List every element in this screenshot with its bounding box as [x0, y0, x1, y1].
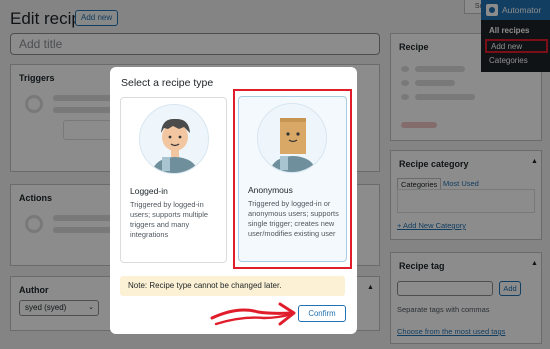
logged-in-avatar	[139, 104, 209, 174]
recipe-type-logged-in-card[interactable]: Logged-in Triggered by logged-in users; …	[120, 97, 227, 263]
modal-title: Select a recipe type	[121, 77, 214, 89]
anonymous-title: Anonymous	[248, 185, 293, 195]
anonymous-avatar	[257, 103, 327, 173]
paper-bag-avatar-icon	[271, 118, 315, 172]
confirm-button[interactable]: Confirm	[298, 305, 346, 322]
red-arrow-annotation	[210, 302, 296, 326]
anonymous-description: Triggered by logged-in or anonymous user…	[248, 199, 339, 238]
user-avatar-icon	[153, 118, 197, 173]
logged-in-title: Logged-in	[130, 186, 168, 196]
recipe-type-anonymous-card[interactable]: Anonymous Triggered by logged-in or anon…	[238, 96, 347, 262]
logged-in-description: Triggered by logged-in users; supports m…	[130, 200, 209, 239]
recipe-type-note: Note: Recipe type cannot be changed late…	[120, 276, 345, 296]
